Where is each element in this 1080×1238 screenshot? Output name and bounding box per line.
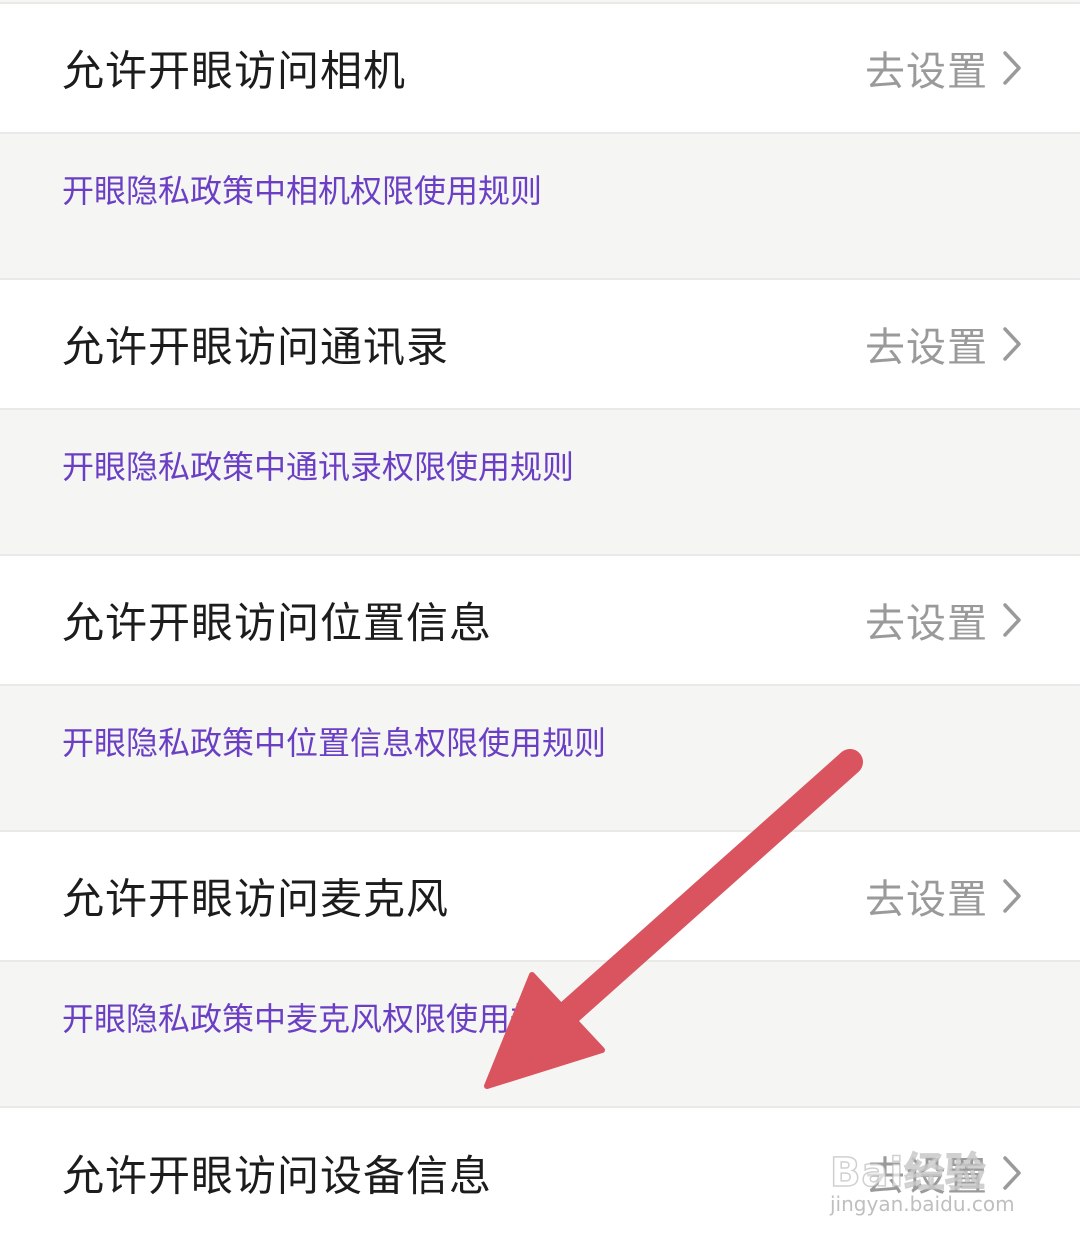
setting-title: 允许开眼访问设备信息	[62, 1151, 493, 1201]
go-settings-label: 去设置	[865, 601, 988, 647]
setting-row-microphone[interactable]: 允许开眼访问麦克风 去设置	[0, 830, 1080, 962]
go-settings-label: 去设置	[865, 325, 988, 371]
chevron-right-icon	[1003, 1156, 1021, 1190]
go-settings-button[interactable]: 去设置	[865, 591, 1022, 649]
go-settings-button[interactable]: 去设置	[865, 867, 1022, 925]
setting-title: 允许开眼访问位置信息	[62, 598, 493, 648]
policy-link-contacts[interactable]: 开眼隐私政策中通讯录权限使用规则	[62, 442, 574, 488]
policy-link-location[interactable]: 开眼隐私政策中位置信息权限使用规则	[62, 718, 606, 764]
chevron-right-icon	[1003, 327, 1021, 361]
setting-title: 允许开眼访问通讯录	[62, 322, 450, 372]
setting-title: 允许开眼访问麦克风	[62, 874, 450, 924]
go-settings-button[interactable]: 去设置	[865, 1144, 1022, 1202]
setting-row-contacts[interactable]: 允许开眼访问通讯录 去设置	[0, 278, 1080, 410]
chevron-right-icon	[1003, 879, 1021, 913]
setting-row-device-info[interactable]: 允许开眼访问设备信息 去设置	[0, 1106, 1080, 1238]
setting-row-location[interactable]: 允许开眼访问位置信息 去设置	[0, 554, 1080, 686]
go-settings-label: 去设置	[865, 877, 988, 923]
go-settings-label: 去设置	[865, 1154, 988, 1200]
go-settings-button[interactable]: 去设置	[865, 315, 1022, 373]
go-settings-label: 去设置	[865, 49, 988, 95]
policy-link-microphone[interactable]: 开眼隐私政策中麦克风权限使用规则	[62, 994, 574, 1040]
chevron-right-icon	[1003, 51, 1021, 85]
setting-title: 允许开眼访问相机	[62, 46, 407, 96]
setting-row-camera[interactable]: 允许开眼访问相机 去设置	[0, 2, 1080, 134]
policy-link-camera[interactable]: 开眼隐私政策中相机权限使用规则	[62, 166, 542, 212]
chevron-right-icon	[1003, 603, 1021, 637]
go-settings-button[interactable]: 去设置	[865, 39, 1022, 97]
